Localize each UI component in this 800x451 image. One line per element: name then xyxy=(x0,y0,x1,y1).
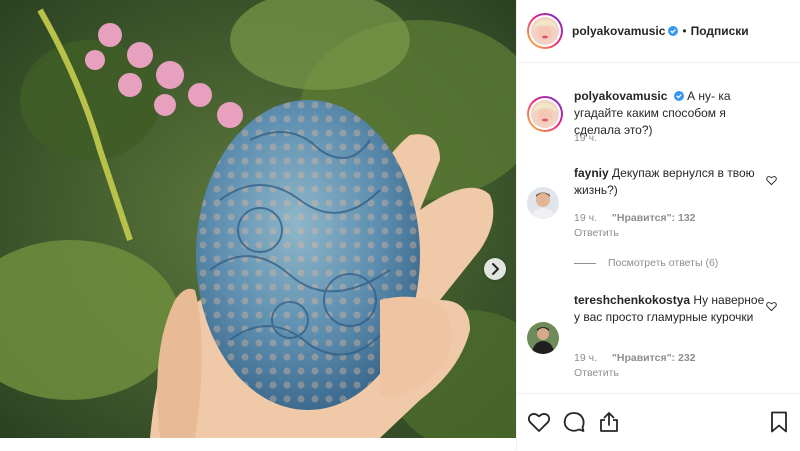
comment-reply-row: Ответить xyxy=(574,227,619,239)
post-photo[interactable] xyxy=(0,0,516,438)
caption-author-photo xyxy=(531,100,559,128)
author-avatar[interactable] xyxy=(527,13,563,49)
verified-badge-icon xyxy=(668,26,679,36)
comment-username[interactable]: tereshchenkokostya xyxy=(574,293,690,307)
heart-icon[interactable] xyxy=(766,301,777,312)
comment-meta: 19 ч. "Нравится": 132 xyxy=(574,212,708,224)
comment-time: 19 ч. xyxy=(574,352,597,364)
comment-time: 19 ч. xyxy=(574,212,597,224)
comment-username[interactable]: fayniy xyxy=(574,166,609,180)
following-button[interactable]: Подписки xyxy=(691,24,749,38)
author-username[interactable]: polyakovamusic xyxy=(572,24,665,38)
verified-badge-icon xyxy=(673,91,684,101)
separator-dot: • xyxy=(682,24,687,38)
chevron-right-icon xyxy=(492,263,499,275)
comment-icon[interactable] xyxy=(562,410,586,434)
post-header: polyakovamusic • Подписки xyxy=(517,0,800,63)
commenter-avatar[interactable] xyxy=(527,187,559,219)
comment-meta: 19 ч. "Нравится": 232 xyxy=(574,352,708,364)
comment-text: tereshchenkokostya Ну наверное у вас про… xyxy=(574,292,769,326)
post-side-panel: polyakovamusic • Подписки polyakovamusic… xyxy=(516,0,800,450)
author-photo xyxy=(531,17,559,45)
comment-text: fayniy Декупаж вернулся в твою жизнь?) xyxy=(574,165,769,199)
bookmark-icon[interactable] xyxy=(767,410,791,434)
view-replies-label: Посмотреть ответы (6) xyxy=(608,257,719,269)
view-replies-button[interactable]: Посмотреть ответы (6) xyxy=(574,257,718,269)
carousel-next-button[interactable] xyxy=(484,258,506,280)
replies-divider-line xyxy=(574,262,596,264)
caption-username[interactable]: polyakovamusic xyxy=(574,89,667,103)
commenter-photo xyxy=(527,187,559,219)
instagram-post-view: polyakovamusic • Подписки polyakovamusic… xyxy=(0,0,800,450)
caption-author-avatar[interactable] xyxy=(527,96,563,132)
caption-time: 19 ч. xyxy=(574,132,597,144)
share-icon[interactable] xyxy=(597,410,621,434)
post-action-bar xyxy=(517,393,800,451)
commenter-photo xyxy=(527,322,559,354)
egg-photo-image xyxy=(0,0,516,438)
comment-likes[interactable]: "Нравится": 232 xyxy=(612,352,696,364)
comment-reply-row: Ответить xyxy=(574,367,619,379)
heart-icon[interactable] xyxy=(766,175,777,186)
reply-button[interactable]: Ответить xyxy=(574,367,619,379)
heart-icon[interactable] xyxy=(527,410,551,434)
caption-meta: 19 ч. xyxy=(574,132,609,144)
comment-likes[interactable]: "Нравится": 132 xyxy=(612,212,696,224)
comments-list[interactable]: polyakovamusic А ну- ка угадайте каким с… xyxy=(517,63,800,393)
commenter-avatar[interactable] xyxy=(527,322,559,354)
reply-button[interactable]: Ответить xyxy=(574,227,619,239)
